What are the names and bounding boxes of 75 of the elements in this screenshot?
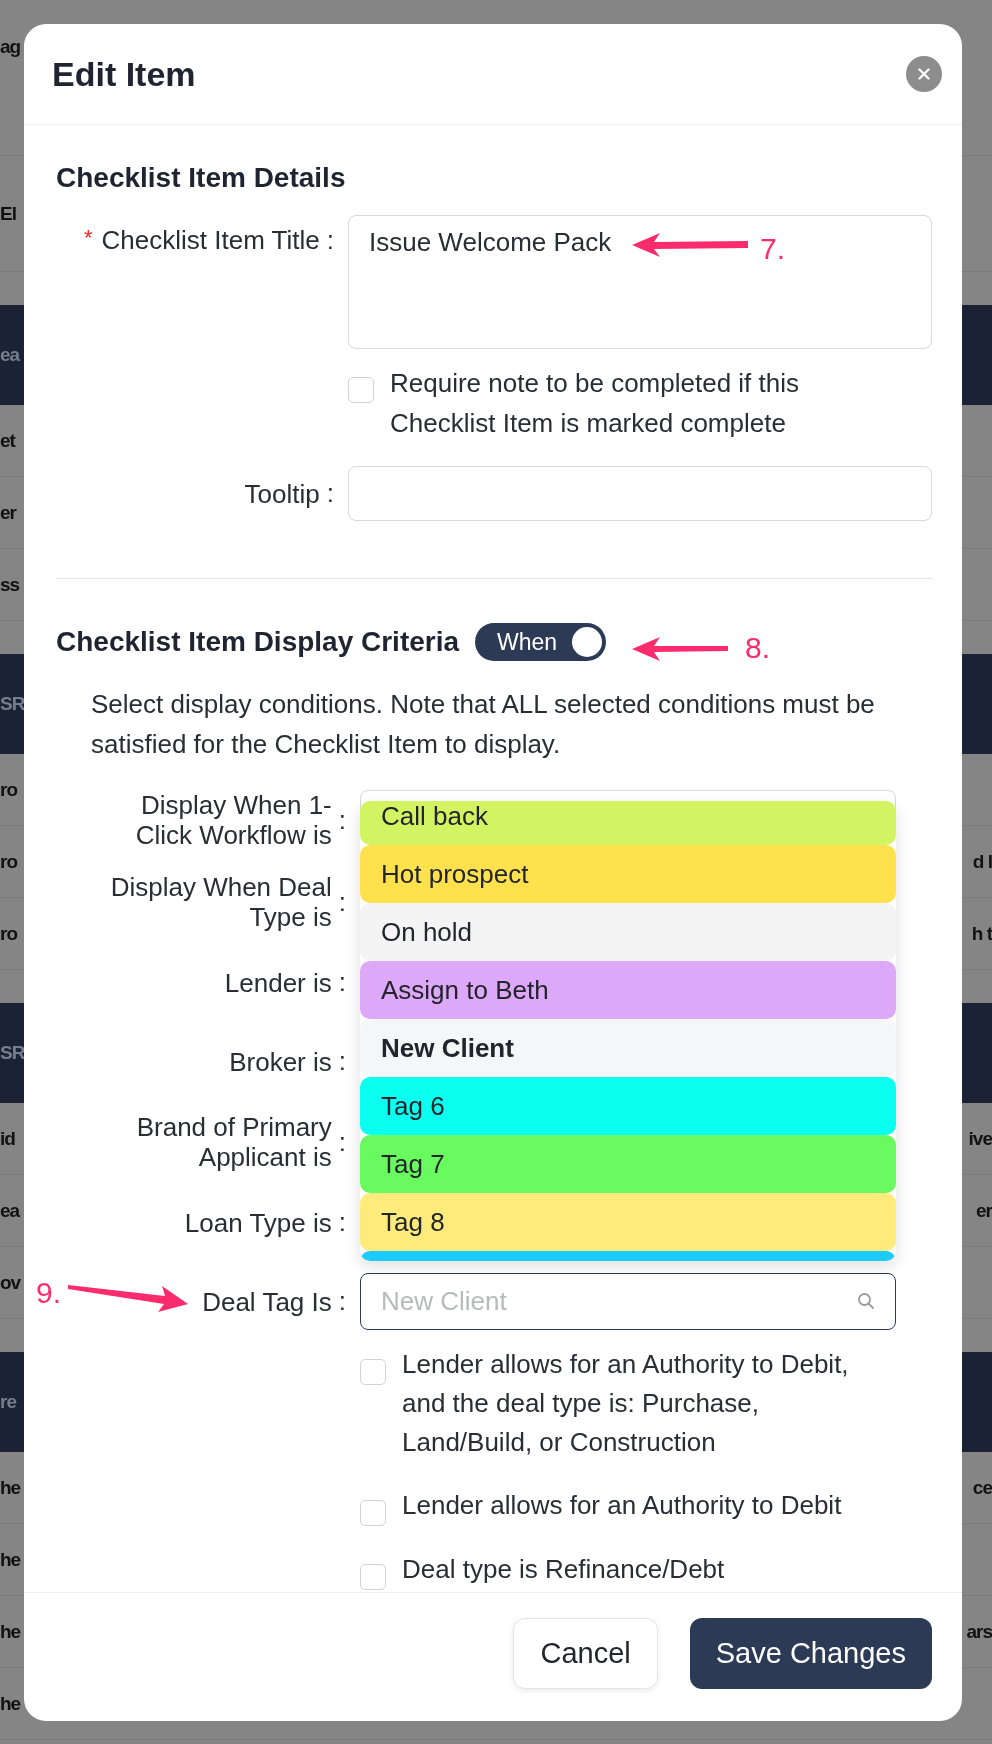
checkbox-label: Lender allows for an Authority to Debit: [402, 1489, 843, 1522]
table-text: re: [0, 1391, 16, 1413]
table-text: ive: [968, 1127, 992, 1150]
dialog-title: Edit Item: [52, 54, 196, 94]
field-label: Display When Deal Type is: [109, 872, 332, 932]
label-colon: :: [338, 1046, 346, 1077]
table-text: ea: [0, 1199, 20, 1222]
dropdown-option[interactable]: Call back: [360, 801, 896, 845]
checkbox-label: Require note to be completed if this Checklist Item is marked complete: [390, 367, 801, 440]
label-colon: :: [338, 886, 346, 918]
table-text: ea: [0, 344, 20, 366]
dropdown-option[interactable]: Hot prospect: [360, 845, 896, 903]
checkbox[interactable]: [348, 377, 374, 403]
field-label: Brand of Primary Applicant is: [135, 1112, 332, 1172]
table-text: he: [0, 1692, 21, 1715]
annotation-number: 9.: [36, 1276, 62, 1310]
cancel-button[interactable]: Cancel: [513, 1617, 658, 1689]
table-text: SR: [0, 1042, 25, 1064]
label-colon: :: [338, 1286, 346, 1317]
checkbox-label: Lender allows for an Authority to Debit, and the deal type is: Purchase, Land/Build, or Construction: [402, 1348, 850, 1459]
label-colon: :: [338, 804, 346, 836]
tooltip-field[interactable]: [348, 466, 932, 521]
table-text: ro: [0, 922, 17, 945]
field-label: Tooltip: [244, 478, 320, 509]
section-heading: Checklist Item Display Criteria: [56, 626, 460, 658]
required-mark: *: [84, 225, 93, 251]
annotation-number: 7.: [760, 232, 786, 266]
checkbox[interactable]: [360, 1500, 386, 1526]
table-text: ss: [0, 573, 20, 596]
table-text: id: [0, 1127, 15, 1150]
table-text: ro: [0, 778, 17, 801]
table-text: El: [0, 202, 16, 225]
checkbox[interactable]: [360, 1359, 386, 1385]
table-text: ro: [0, 850, 17, 873]
table-text: ce: [972, 1476, 992, 1499]
dropdown-option[interactable]: New Client: [360, 1019, 896, 1077]
description-text: Select display conditions. Note that ALL selected conditions must be satisfied for the Checklist Item to display.: [91, 688, 876, 761]
dropdown-option[interactable]: Assign to Beth: [360, 961, 896, 1019]
tag-search-field[interactable]: New Client: [360, 1273, 896, 1330]
label-colon: :: [338, 967, 346, 998]
table-text: he: [0, 1620, 21, 1643]
dropdown-option[interactable]: Tag 6: [360, 1077, 896, 1135]
field-label: Loan Type is: [184, 1207, 332, 1238]
toggle-switch[interactable]: When: [475, 623, 607, 661]
table-text: h t: [971, 922, 992, 945]
annotation-number: 8.: [745, 631, 771, 665]
dropdown-option[interactable]: Tag 8: [360, 1193, 896, 1251]
search-icon: [856, 1291, 876, 1311]
field-label: Display When 1-Click Workflow is: [134, 790, 332, 850]
label-colon: :: [326, 478, 334, 509]
table-text: er: [976, 1199, 992, 1222]
field-label: Broker is: [229, 1046, 332, 1077]
table-text: he: [0, 1476, 21, 1499]
table-text: SR: [0, 693, 25, 715]
close-button[interactable]: [906, 56, 942, 92]
dropdown-option[interactable]: On hold: [360, 903, 896, 961]
table-text: et: [0, 429, 15, 452]
table-text: d l: [972, 850, 992, 873]
close-icon[interactable]: [915, 65, 933, 83]
section-heading: Checklist Item Details: [56, 162, 347, 194]
save-button[interactable]: Save Changes: [689, 1617, 932, 1689]
field-label: Checklist Item Title: [101, 225, 320, 255]
dropdown-option[interactable]: Tag 7: [360, 1135, 896, 1193]
table-text: he: [0, 1548, 21, 1571]
label-colon: :: [338, 1126, 346, 1158]
table-text: er: [0, 501, 16, 524]
checkbox[interactable]: [360, 1564, 386, 1590]
table-text: ag: [0, 36, 21, 58]
field-label: Deal Tag Is: [202, 1286, 332, 1317]
table-text: ars: [966, 1620, 992, 1643]
table-text: ov: [0, 1271, 21, 1294]
label-colon: :: [326, 225, 334, 256]
label-colon: :: [338, 1207, 346, 1238]
checkbox-label: Deal type is Refinance/Debt: [402, 1553, 726, 1586]
field-label: Lender is: [224, 967, 332, 998]
